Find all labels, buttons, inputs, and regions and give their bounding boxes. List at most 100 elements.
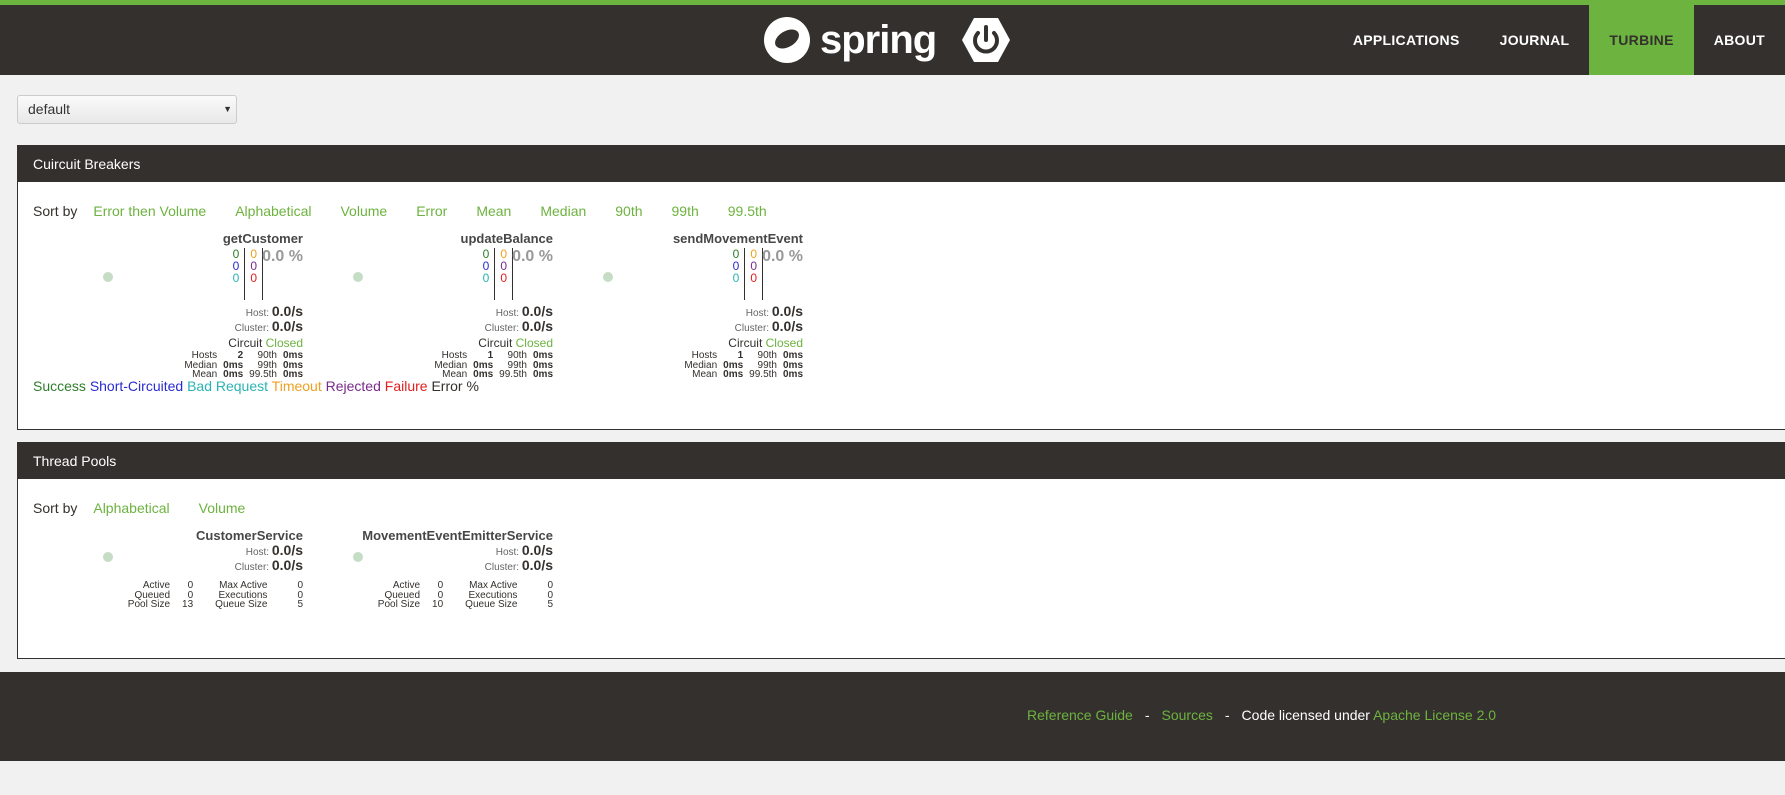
bad-request-count: 0: [482, 271, 490, 285]
sort-volume[interactable]: Volume: [199, 500, 246, 516]
cluster-select-value: default: [28, 101, 71, 117]
legend-short-circuited: Short-Circuited: [89, 378, 184, 394]
thread-pools-panel: Thread Pools Sort by Alphabetical Volume…: [17, 442, 1785, 659]
host-rate: Host: 0.0/s: [746, 303, 803, 319]
circuit-name: updateBalance: [460, 231, 553, 246]
sort-error-then-volume[interactable]: Error then Volume: [93, 203, 206, 219]
stat-label: Mean: [692, 369, 718, 380]
failure-count: 0: [750, 271, 757, 285]
cluster-label: Cluster:: [234, 562, 270, 573]
legend-error-pct: Error %: [431, 378, 479, 394]
circuit-name: getCustomer: [222, 231, 303, 246]
cluster-rate-value: 0.0/s: [271, 318, 303, 334]
stat-value: 10: [432, 599, 444, 610]
sort-alphabetical[interactable]: Alphabetical: [93, 500, 169, 516]
reference-guide-link[interactable]: Reference Guide: [1027, 707, 1133, 723]
thread-pool-stats: Active 0 Max Active 0 Queued 0 Executions 0 Po…: [372, 581, 553, 610]
thread-pool-name: MovementEventEmitterService: [362, 528, 553, 543]
stat-value: 5: [547, 599, 553, 610]
cluster-rate-value: 0.0/s: [521, 557, 553, 573]
failure-count: 0: [500, 271, 507, 285]
circuit-label: Circuit: [478, 336, 513, 350]
legend-success: Success: [33, 378, 86, 394]
host-rate: Host: 0.0/s: [246, 303, 303, 319]
license-text: Code licensed under: [1241, 707, 1370, 723]
host-rate-value: 0.0/s: [271, 303, 303, 319]
spring-leaf-icon: [764, 17, 810, 63]
cluster-label: Cluster:: [484, 562, 520, 573]
thread-pool-sort-bar: Sort by Alphabetical Volume: [33, 500, 274, 516]
thread-pools-title: Thread Pools: [18, 443, 1785, 479]
request-counts: 0 0 0 0 0 0: [728, 248, 763, 300]
circuit-label: Circuit: [728, 336, 763, 350]
apache-license-link[interactable]: Apache License 2.0: [1373, 707, 1496, 723]
stat-value: 0ms: [782, 369, 803, 380]
page-footer: Reference Guide - Sources - Code licensed un…: [0, 672, 1785, 761]
spring-logo[interactable]: spring: [764, 17, 1011, 63]
legend-failure: Failure: [384, 378, 428, 394]
cluster-label: Cluster:: [484, 323, 520, 334]
footer-separator: -: [1144, 707, 1150, 723]
host-rate: Host: 0.0/s: [496, 303, 553, 319]
sort-99-5th[interactable]: 99.5th: [728, 203, 767, 219]
failure-count: 0: [250, 271, 257, 285]
counts-left: 0 0 0: [728, 248, 746, 300]
cluster-rate: Cluster: 0.0/s: [735, 318, 803, 334]
stat-value: 0ms: [723, 369, 744, 380]
cluster-label: Cluster:: [734, 323, 770, 334]
circuit-card-sendmovementevent: sendMovementEvent 0 0 0 0 0 0 0.0 % Host…: [603, 231, 803, 381]
nav-applications[interactable]: APPLICATIONS: [1333, 5, 1480, 75]
sort-median[interactable]: Median: [540, 203, 586, 219]
counts-right: 0 0 0: [495, 248, 513, 300]
sort-90th[interactable]: 90th: [615, 203, 642, 219]
error-percentage: 0.0 %: [262, 248, 303, 265]
circuit-name: sendMovementEvent: [672, 231, 803, 246]
counts-right: 0 0 0: [245, 248, 263, 300]
latency-stats: Hosts 1 90th 0ms Median 0ms 99th 0ms Mean 0ms 99…: [428, 351, 553, 380]
health-indicator-dot: [103, 272, 113, 282]
nav-turbine[interactable]: TURBINE: [1589, 5, 1694, 75]
circuit-legend: Success Short-Circuited Bad Request Time…: [33, 378, 479, 394]
thread-pool-card-customerservice: CustomerService Host: 0.0/s Cluster: 0.0…: [38, 528, 303, 623]
sort-error[interactable]: Error: [416, 203, 447, 219]
nav-about[interactable]: ABOUT: [1694, 5, 1785, 75]
sources-link[interactable]: Sources: [1162, 707, 1213, 723]
sort-volume[interactable]: Volume: [340, 203, 387, 219]
latency-stats: Hosts 1 90th 0ms Median 0ms 99th 0ms Mean 0ms 99…: [678, 351, 803, 380]
circuit-sort-bar: Sort by Error then Volume Alphabetical V…: [33, 203, 796, 219]
cluster-select[interactable]: default ▼: [17, 95, 237, 124]
stat-value: 0ms: [532, 369, 553, 380]
cluster-rate-value: 0.0/s: [771, 318, 803, 334]
brand-name: spring: [820, 18, 937, 62]
host-rate-value: 0.0/s: [521, 542, 553, 558]
host-rate: Host: 0.0/s: [496, 542, 553, 558]
sort-alphabetical[interactable]: Alphabetical: [235, 203, 311, 219]
sort-mean[interactable]: Mean: [476, 203, 511, 219]
host-rate-value: 0.0/s: [521, 303, 553, 319]
request-counts: 0 0 0 0 0 0: [228, 248, 263, 300]
circuit-breakers-title: Cuircuit Breakers: [18, 146, 1785, 182]
stat-label: 99.5th: [499, 369, 527, 380]
footer-separator: -: [1224, 707, 1230, 723]
counts-left: 0 0 0: [228, 248, 246, 300]
circuit-breakers-panel: Cuircuit Breakers Sort by Error then Vol…: [17, 145, 1785, 430]
circuit-status: Circuit Closed: [478, 336, 553, 350]
latency-stats: Hosts 2 90th 0ms Median 0ms 99th 0ms Mean 0ms 99…: [178, 351, 303, 380]
sort-99th[interactable]: 99th: [672, 203, 699, 219]
host-rate-value: 0.0/s: [771, 303, 803, 319]
nav-journal[interactable]: JOURNAL: [1480, 5, 1590, 75]
thread-pool-card-movementeventemitterservice: MovementEventEmitterService Host: 0.0/s …: [288, 528, 553, 623]
sort-by-label: Sort by: [33, 500, 78, 516]
circuit-label: Circuit: [228, 336, 263, 350]
stat-label: Pool Size: [127, 599, 171, 610]
thread-pool-stats: Active 0 Max Active 0 Queued 0 Executions 0 Po…: [122, 581, 303, 610]
counts-right: 0 0 0: [745, 248, 763, 300]
health-indicator-dot: [603, 272, 613, 282]
health-indicator-dot: [353, 552, 363, 562]
cluster-rate: Cluster: 0.0/s: [235, 318, 303, 334]
health-indicator-dot: [103, 552, 113, 562]
error-percentage: 0.0 %: [512, 248, 553, 265]
circuit-status-value: Closed: [515, 336, 553, 350]
circuit-status-value: Closed: [765, 336, 803, 350]
spring-boot-power-icon: [962, 17, 1011, 63]
